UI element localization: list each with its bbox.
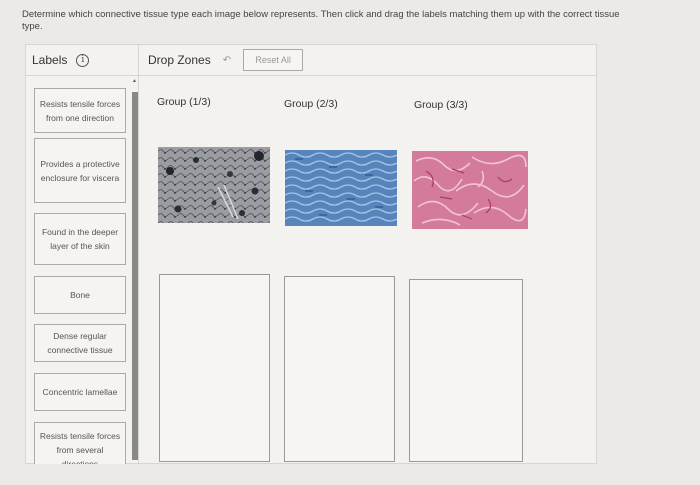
instructions-text: Determine which connective tissue type e… [22, 9, 620, 32]
undo-icon[interactable]: ↶ [223, 55, 231, 66]
reset-all-button[interactable]: Reset All [243, 49, 304, 71]
group-title-2: Group (2/3) [284, 98, 338, 110]
info-icon[interactable]: i [76, 53, 90, 67]
label-card[interactable]: Resists tensile forces from several dire… [34, 422, 126, 464]
dropzones-title: Drop Zones [148, 53, 211, 67]
dense-regular-tissue-image [285, 150, 397, 226]
label-card[interactable]: Bone [34, 276, 126, 314]
label-card[interactable]: Found in the deeper layer of the skin [34, 213, 126, 265]
drop-target-group-1[interactable] [159, 274, 270, 462]
dense-irregular-tissue-image [412, 151, 528, 229]
label-list: Resists tensile forces from one directio… [26, 76, 130, 464]
drop-target-group-3[interactable] [409, 279, 523, 462]
labels-header: Labels i [26, 45, 139, 76]
dropzones-header: Drop Zones ↶ Reset All [139, 45, 598, 76]
bone-tissue-image [158, 147, 270, 223]
labels-title: Labels [32, 53, 68, 67]
label-card[interactable]: Provides a protective enclosure for visc… [34, 138, 126, 203]
label-card[interactable]: Resists tensile forces from one directio… [34, 88, 126, 133]
drag-drop-panel: Labels i Drop Zones ↶ Reset All Resists … [25, 44, 598, 464]
label-card[interactable]: Concentric lamellae [34, 373, 126, 411]
group-title-1: Group (1/3) [157, 96, 211, 108]
drop-target-group-2[interactable] [284, 276, 395, 462]
label-scrollbar[interactable]: ▲ [130, 76, 139, 464]
label-card[interactable]: Dense regular connective tissue [34, 324, 126, 362]
scroll-up-arrow-icon[interactable]: ▲ [132, 78, 137, 84]
scroll-thumb[interactable] [132, 92, 138, 460]
group-title-3: Group (3/3) [414, 99, 468, 111]
